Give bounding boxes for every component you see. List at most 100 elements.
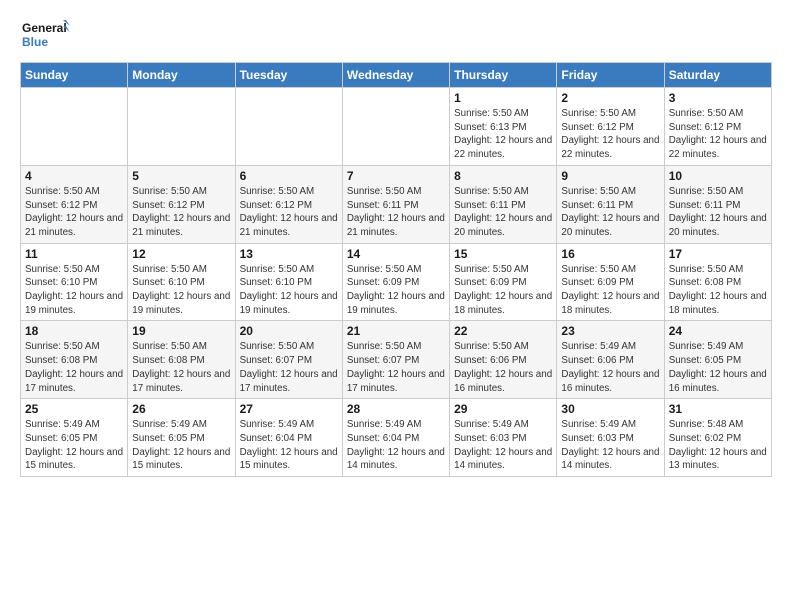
day-info: Sunrise: 5:50 AM Sunset: 6:09 PM Dayligh… <box>561 263 659 318</box>
calendar-cell: 4 Sunrise: 5:50 AM Sunset: 6:12 PM Daylig… <box>21 165 128 243</box>
day-info: Sunrise: 5:50 AM Sunset: 6:06 PM Dayligh… <box>454 340 552 395</box>
day-number: 3 <box>669 91 767 105</box>
calendar-cell: 11 Sunrise: 5:50 AM Sunset: 6:10 PM Dayli… <box>21 243 128 321</box>
calendar-cell: 6 Sunrise: 5:50 AM Sunset: 6:12 PM Daylig… <box>235 165 342 243</box>
calendar-cell: 31Sunrise: 5:48 AM Sunset: 6:02 PM Dayli… <box>664 399 771 477</box>
day-number: 9 <box>561 169 659 183</box>
calendar-cell: 16 Sunrise: 5:50 AM Sunset: 6:09 PM Dayli… <box>557 243 664 321</box>
calendar-cell <box>235 88 342 166</box>
day-number: 7 <box>347 169 445 183</box>
day-info: Sunrise: 5:50 AM Sunset: 6:08 PM Dayligh… <box>25 340 123 395</box>
day-number: 21 <box>347 324 445 338</box>
day-number: 16 <box>561 247 659 261</box>
day-info: Sunrise: 5:49 AM Sunset: 6:05 PM Dayligh… <box>25 418 123 473</box>
calendar-cell: 2 Sunrise: 5:50 AM Sunset: 6:12 PM Daylig… <box>557 88 664 166</box>
svg-text:General: General <box>22 21 67 35</box>
calendar-cell: 14 Sunrise: 5:50 AM Sunset: 6:09 PM Dayli… <box>342 243 449 321</box>
day-info: Sunrise: 5:50 AM Sunset: 6:08 PM Dayligh… <box>132 340 230 395</box>
day-number: 29 <box>454 402 552 416</box>
day-number: 5 <box>132 169 230 183</box>
day-info: Sunrise: 5:50 AM Sunset: 6:08 PM Dayligh… <box>669 263 767 318</box>
day-info: Sunrise: 5:50 AM Sunset: 6:07 PM Dayligh… <box>347 340 445 395</box>
day-number: 6 <box>240 169 338 183</box>
calendar-cell <box>21 88 128 166</box>
day-number: 17 <box>669 247 767 261</box>
day-number: 27 <box>240 402 338 416</box>
calendar-cell: 19 Sunrise: 5:50 AM Sunset: 6:08 PM Dayli… <box>128 321 235 399</box>
day-number: 4 <box>25 169 123 183</box>
day-info: Sunrise: 5:50 AM Sunset: 6:09 PM Dayligh… <box>454 263 552 318</box>
day-info: Sunrise: 5:50 AM Sunset: 6:12 PM Dayligh… <box>25 185 123 240</box>
day-number: 26 <box>132 402 230 416</box>
day-info: Sunrise: 5:50 AM Sunset: 6:12 PM Dayligh… <box>240 185 338 240</box>
calendar-cell: 23Sunrise: 5:49 AM Sunset: 6:06 PM Dayli… <box>557 321 664 399</box>
day-number: 18 <box>25 324 123 338</box>
day-number: 24 <box>669 324 767 338</box>
logo-svg: General Blue <box>20 16 70 54</box>
day-number: 22 <box>454 324 552 338</box>
calendar-cell: 1Sunrise: 5:50 AM Sunset: 6:13 PM Daylig… <box>450 88 557 166</box>
dow-header-sunday: Sunday <box>21 63 128 88</box>
day-number: 30 <box>561 402 659 416</box>
day-number: 14 <box>347 247 445 261</box>
dow-header-wednesday: Wednesday <box>342 63 449 88</box>
day-number: 31 <box>669 402 767 416</box>
calendar-cell <box>128 88 235 166</box>
day-number: 25 <box>25 402 123 416</box>
calendar-cell: 25 Sunrise: 5:49 AM Sunset: 6:05 PM Dayli… <box>21 399 128 477</box>
calendar-table: SundayMondayTuesdayWednesdayThursdayFrid… <box>20 62 772 477</box>
header: General Blue <box>20 16 772 54</box>
calendar-cell <box>342 88 449 166</box>
logo: General Blue <box>20 16 70 54</box>
day-info: Sunrise: 5:49 AM Sunset: 6:05 PM Dayligh… <box>669 340 767 395</box>
day-number: 10 <box>669 169 767 183</box>
day-number: 2 <box>561 91 659 105</box>
day-number: 15 <box>454 247 552 261</box>
calendar-cell: 9 Sunrise: 5:50 AM Sunset: 6:11 PM Daylig… <box>557 165 664 243</box>
calendar-cell: 24 Sunrise: 5:49 AM Sunset: 6:05 PM Dayli… <box>664 321 771 399</box>
calendar-cell: 12 Sunrise: 5:50 AM Sunset: 6:10 PM Dayli… <box>128 243 235 321</box>
dow-header-monday: Monday <box>128 63 235 88</box>
day-info: Sunrise: 5:50 AM Sunset: 6:10 PM Dayligh… <box>132 263 230 318</box>
day-number: 12 <box>132 247 230 261</box>
day-info: Sunrise: 5:50 AM Sunset: 6:09 PM Dayligh… <box>347 263 445 318</box>
calendar-cell: 15 Sunrise: 5:50 AM Sunset: 6:09 PM Dayli… <box>450 243 557 321</box>
day-number: 13 <box>240 247 338 261</box>
day-number: 19 <box>132 324 230 338</box>
calendar-cell: 30 Sunrise: 5:49 AM Sunset: 6:03 PM Dayli… <box>557 399 664 477</box>
calendar-cell: 27 Sunrise: 5:49 AM Sunset: 6:04 PM Dayli… <box>235 399 342 477</box>
dow-header-tuesday: Tuesday <box>235 63 342 88</box>
day-info: Sunrise: 5:49 AM Sunset: 6:04 PM Dayligh… <box>347 418 445 473</box>
day-info: Sunrise: 5:50 AM Sunset: 6:10 PM Dayligh… <box>240 263 338 318</box>
day-info: Sunrise: 5:50 AM Sunset: 6:11 PM Dayligh… <box>669 185 767 240</box>
calendar-cell: 26 Sunrise: 5:49 AM Sunset: 6:05 PM Dayli… <box>128 399 235 477</box>
svg-text:Blue: Blue <box>22 35 48 49</box>
day-info: Sunrise: 5:50 AM Sunset: 6:11 PM Dayligh… <box>347 185 445 240</box>
day-info: Sunrise: 5:50 AM Sunset: 6:07 PM Dayligh… <box>240 340 338 395</box>
day-info: Sunrise: 5:50 AM Sunset: 6:13 PM Dayligh… <box>454 107 552 162</box>
calendar-cell: 21 Sunrise: 5:50 AM Sunset: 6:07 PM Dayli… <box>342 321 449 399</box>
calendar-cell: 29 Sunrise: 5:49 AM Sunset: 6:03 PM Dayli… <box>450 399 557 477</box>
calendar-cell: 17 Sunrise: 5:50 AM Sunset: 6:08 PM Dayli… <box>664 243 771 321</box>
day-info: Sunrise: 5:50 AM Sunset: 6:11 PM Dayligh… <box>561 185 659 240</box>
day-number: 8 <box>454 169 552 183</box>
day-info: Sunrise: 5:50 AM Sunset: 6:12 PM Dayligh… <box>132 185 230 240</box>
day-info: Sunrise: 5:50 AM Sunset: 6:12 PM Dayligh… <box>669 107 767 162</box>
calendar-cell: 7 Sunrise: 5:50 AM Sunset: 6:11 PM Daylig… <box>342 165 449 243</box>
calendar-cell: 22 Sunrise: 5:50 AM Sunset: 6:06 PM Dayli… <box>450 321 557 399</box>
calendar-cell: 20Sunrise: 5:50 AM Sunset: 6:07 PM Dayli… <box>235 321 342 399</box>
day-info: Sunrise: 5:50 AM Sunset: 6:11 PM Dayligh… <box>454 185 552 240</box>
calendar-cell: 5 Sunrise: 5:50 AM Sunset: 6:12 PM Daylig… <box>128 165 235 243</box>
day-info: Sunrise: 5:50 AM Sunset: 6:10 PM Dayligh… <box>25 263 123 318</box>
day-info: Sunrise: 5:50 AM Sunset: 6:12 PM Dayligh… <box>561 107 659 162</box>
dow-header-saturday: Saturday <box>664 63 771 88</box>
day-number: 11 <box>25 247 123 261</box>
day-info: Sunrise: 5:49 AM Sunset: 6:03 PM Dayligh… <box>454 418 552 473</box>
calendar-cell: 18 Sunrise: 5:50 AM Sunset: 6:08 PM Dayli… <box>21 321 128 399</box>
dow-header-friday: Friday <box>557 63 664 88</box>
day-info: Sunrise: 5:49 AM Sunset: 6:05 PM Dayligh… <box>132 418 230 473</box>
day-info: Sunrise: 5:49 AM Sunset: 6:03 PM Dayligh… <box>561 418 659 473</box>
calendar-cell: 8 Sunrise: 5:50 AM Sunset: 6:11 PM Daylig… <box>450 165 557 243</box>
day-number: 23 <box>561 324 659 338</box>
day-info: Sunrise: 5:49 AM Sunset: 6:04 PM Dayligh… <box>240 418 338 473</box>
